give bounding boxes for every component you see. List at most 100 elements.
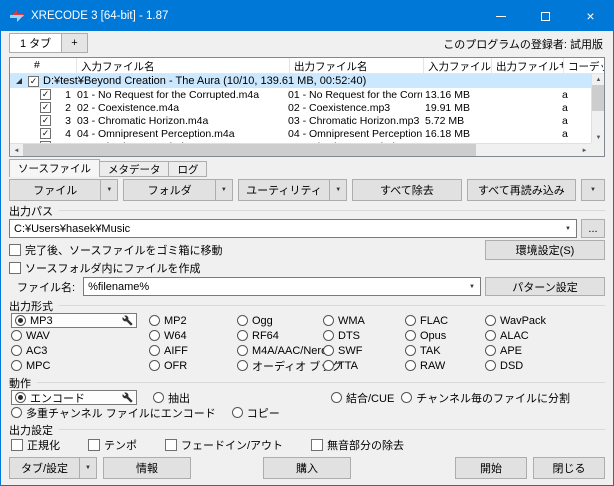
title-bar[interactable]: XRECODE 3 [64-bit] - 1.87 × [1, 1, 613, 31]
header-input-size[interactable]: 入力ファイルサイズ [424, 58, 492, 73]
format-swf[interactable]: SWF [323, 345, 405, 357]
format-mp3[interactable]: MP3 [11, 313, 137, 328]
tab-settings-button[interactable]: タブ/設定 ▼ [9, 457, 97, 479]
format-wma[interactable]: WMA [323, 315, 405, 327]
table-row[interactable]: ✓ 1 01 - No Request for the Corrupted.m4… [10, 88, 591, 101]
silence-removal-checkbox[interactable]: 無音部分の除去 [311, 437, 404, 453]
format-wma-label: WMA [338, 314, 365, 327]
format-m4a-aac-nero[interactable]: M4A/AAC/Nero [237, 345, 327, 357]
format-wavpack[interactable]: WavPack [485, 315, 605, 327]
tab-metadata[interactable]: メタデータ [99, 161, 170, 177]
horizontal-scrollbar[interactable]: ◄ ► [10, 143, 591, 156]
row-checkbox[interactable]: ✓ [40, 115, 51, 126]
tempo-label: テンポ [104, 439, 137, 452]
file-menu-button[interactable]: ファイル ▼ [9, 179, 119, 201]
pattern-settings-button[interactable]: パターン設定 [485, 277, 605, 296]
format-w64[interactable]: W64 [149, 330, 237, 342]
chevron-down-icon: ▼ [106, 187, 113, 193]
radio-icon [149, 360, 160, 371]
wrench-icon[interactable] [122, 315, 133, 326]
move-to-trash-checkbox[interactable]: 完了後、ソースファイルをゴミ箱に移動 [9, 242, 222, 258]
scroll-right-icon[interactable]: ► [578, 144, 591, 156]
expand-icon[interactable] [16, 78, 22, 84]
action-multichannel-encode[interactable]: 多重チャンネル ファイルにエンコード [11, 405, 216, 421]
format-wav[interactable]: WAV [11, 330, 149, 342]
scroll-down-icon[interactable]: ▼ [592, 132, 604, 143]
action-extract[interactable]: 抽出 [153, 390, 190, 406]
header-number[interactable]: # [10, 58, 77, 73]
header-input-file[interactable]: 入力ファイル名 [77, 58, 290, 73]
chevron-down-icon[interactable]: ▼ [464, 278, 480, 295]
format-ofr[interactable]: OFR [149, 360, 237, 372]
close-button[interactable]: × [568, 1, 613, 31]
header-output-size[interactable]: 出力ファイルサイズ [492, 58, 564, 73]
format-dsd[interactable]: DSD [485, 360, 605, 372]
close-window-button[interactable]: 閉じる [533, 457, 605, 479]
format-opus[interactable]: Opus [405, 330, 485, 342]
format-flac[interactable]: FLAC [405, 315, 485, 327]
group-checkbox[interactable]: ✓ [28, 75, 39, 87]
output-path-combo[interactable]: C:¥Users¥hasek¥Music ▼ [9, 219, 577, 238]
minimize-button[interactable] [478, 1, 523, 31]
format-mp2[interactable]: MP2 [149, 315, 237, 327]
format-dts[interactable]: DTS [323, 330, 405, 342]
table-row[interactable]: ✓ 2 02 - Coexistence.m4a 02 - Coexistenc… [10, 101, 591, 114]
folder-group-row[interactable]: ✓ D:¥test¥Beyond Creation - The Aura (10… [10, 74, 591, 88]
radio-icon [11, 330, 22, 341]
scroll-up-icon[interactable]: ▲ [592, 74, 604, 85]
scroll-left-icon[interactable]: ◄ [10, 144, 23, 156]
format-audiobook[interactable]: オーディオ ブック [237, 358, 342, 374]
format-tak[interactable]: TAK [405, 345, 485, 357]
table-row[interactable]: ✓ 4 04 - Omnipresent Perception.m4a 04 -… [10, 127, 591, 140]
utility-menu-button[interactable]: ユーティリティ ▼ [237, 179, 348, 201]
window-controls: × [478, 1, 613, 31]
header-codec[interactable]: コーデック [564, 58, 604, 73]
format-ac3[interactable]: AC3 [11, 345, 149, 357]
horizontal-scroll-thumb[interactable] [23, 144, 477, 156]
format-mpc[interactable]: MPC [11, 360, 149, 372]
format-ogg[interactable]: Ogg [237, 315, 323, 327]
vertical-scrollbar[interactable]: ▲ ▼ [591, 74, 604, 143]
format-rf64[interactable]: RF64 [237, 330, 323, 342]
normalize-checkbox[interactable]: 正規化 [11, 437, 60, 453]
fade-label: フェードイン/アウト [181, 439, 284, 452]
action-encode[interactable]: エンコード [11, 390, 137, 405]
row-checkbox[interactable]: ✓ [40, 128, 51, 139]
format-alac[interactable]: ALAC [485, 330, 605, 342]
fade-in-out-checkbox[interactable]: フェードイン/アウト [165, 437, 283, 453]
row-checkbox[interactable]: ✓ [40, 89, 51, 100]
wrench-icon[interactable] [122, 392, 133, 403]
remove-all-button[interactable]: すべて除去 [352, 179, 462, 201]
purchase-button[interactable]: 購入 [263, 457, 351, 479]
browse-button[interactable]: ... [581, 219, 605, 238]
output-path-section-label: 出力パス [9, 205, 53, 218]
chevron-down-icon[interactable]: ▼ [560, 220, 576, 237]
format-ape[interactable]: APE [485, 345, 605, 357]
add-tab-button[interactable]: + [62, 33, 88, 53]
format-tta[interactable]: TTA [323, 360, 405, 372]
format-raw[interactable]: RAW [405, 360, 485, 372]
filename-pattern-combo[interactable]: %filename% ▼ [83, 277, 481, 296]
tab-source-files[interactable]: ソースファイル [9, 159, 100, 177]
start-button[interactable]: 開始 [455, 457, 527, 479]
table-row[interactable]: ✓ 3 03 - Chromatic Horizon.m4a 03 - Chro… [10, 114, 591, 127]
info-button[interactable]: 情報 [103, 457, 191, 479]
action-split-per-channel[interactable]: チャンネル毎のファイルに分割 [401, 390, 570, 406]
row-checkbox[interactable]: ✓ [40, 102, 51, 113]
header-output-file[interactable]: 出力ファイル名 [290, 58, 424, 73]
action-copy[interactable]: コピー [231, 405, 280, 421]
tab-log[interactable]: ログ [169, 161, 208, 177]
maximize-button[interactable] [523, 1, 568, 31]
reload-all-button[interactable]: すべて再読み込み [466, 179, 577, 201]
output-format-section-label: 出力形式 [9, 300, 53, 313]
tab-1[interactable]: 1 タブ [9, 33, 63, 53]
more-options-button[interactable]: ▼ [581, 179, 606, 201]
format-dsd-label: DSD [500, 359, 524, 372]
tempo-checkbox[interactable]: テンポ [88, 437, 137, 453]
action-join-cue[interactable]: 結合/CUE [331, 390, 394, 406]
vertical-scroll-thumb[interactable] [592, 85, 604, 111]
environment-settings-button[interactable]: 環境設定(S) [485, 240, 605, 260]
create-in-source-checkbox[interactable]: ソースフォルダ内にファイルを作成 [9, 260, 200, 276]
format-aiff[interactable]: AIFF [149, 345, 237, 357]
folder-menu-button[interactable]: フォルダ ▼ [123, 179, 233, 201]
